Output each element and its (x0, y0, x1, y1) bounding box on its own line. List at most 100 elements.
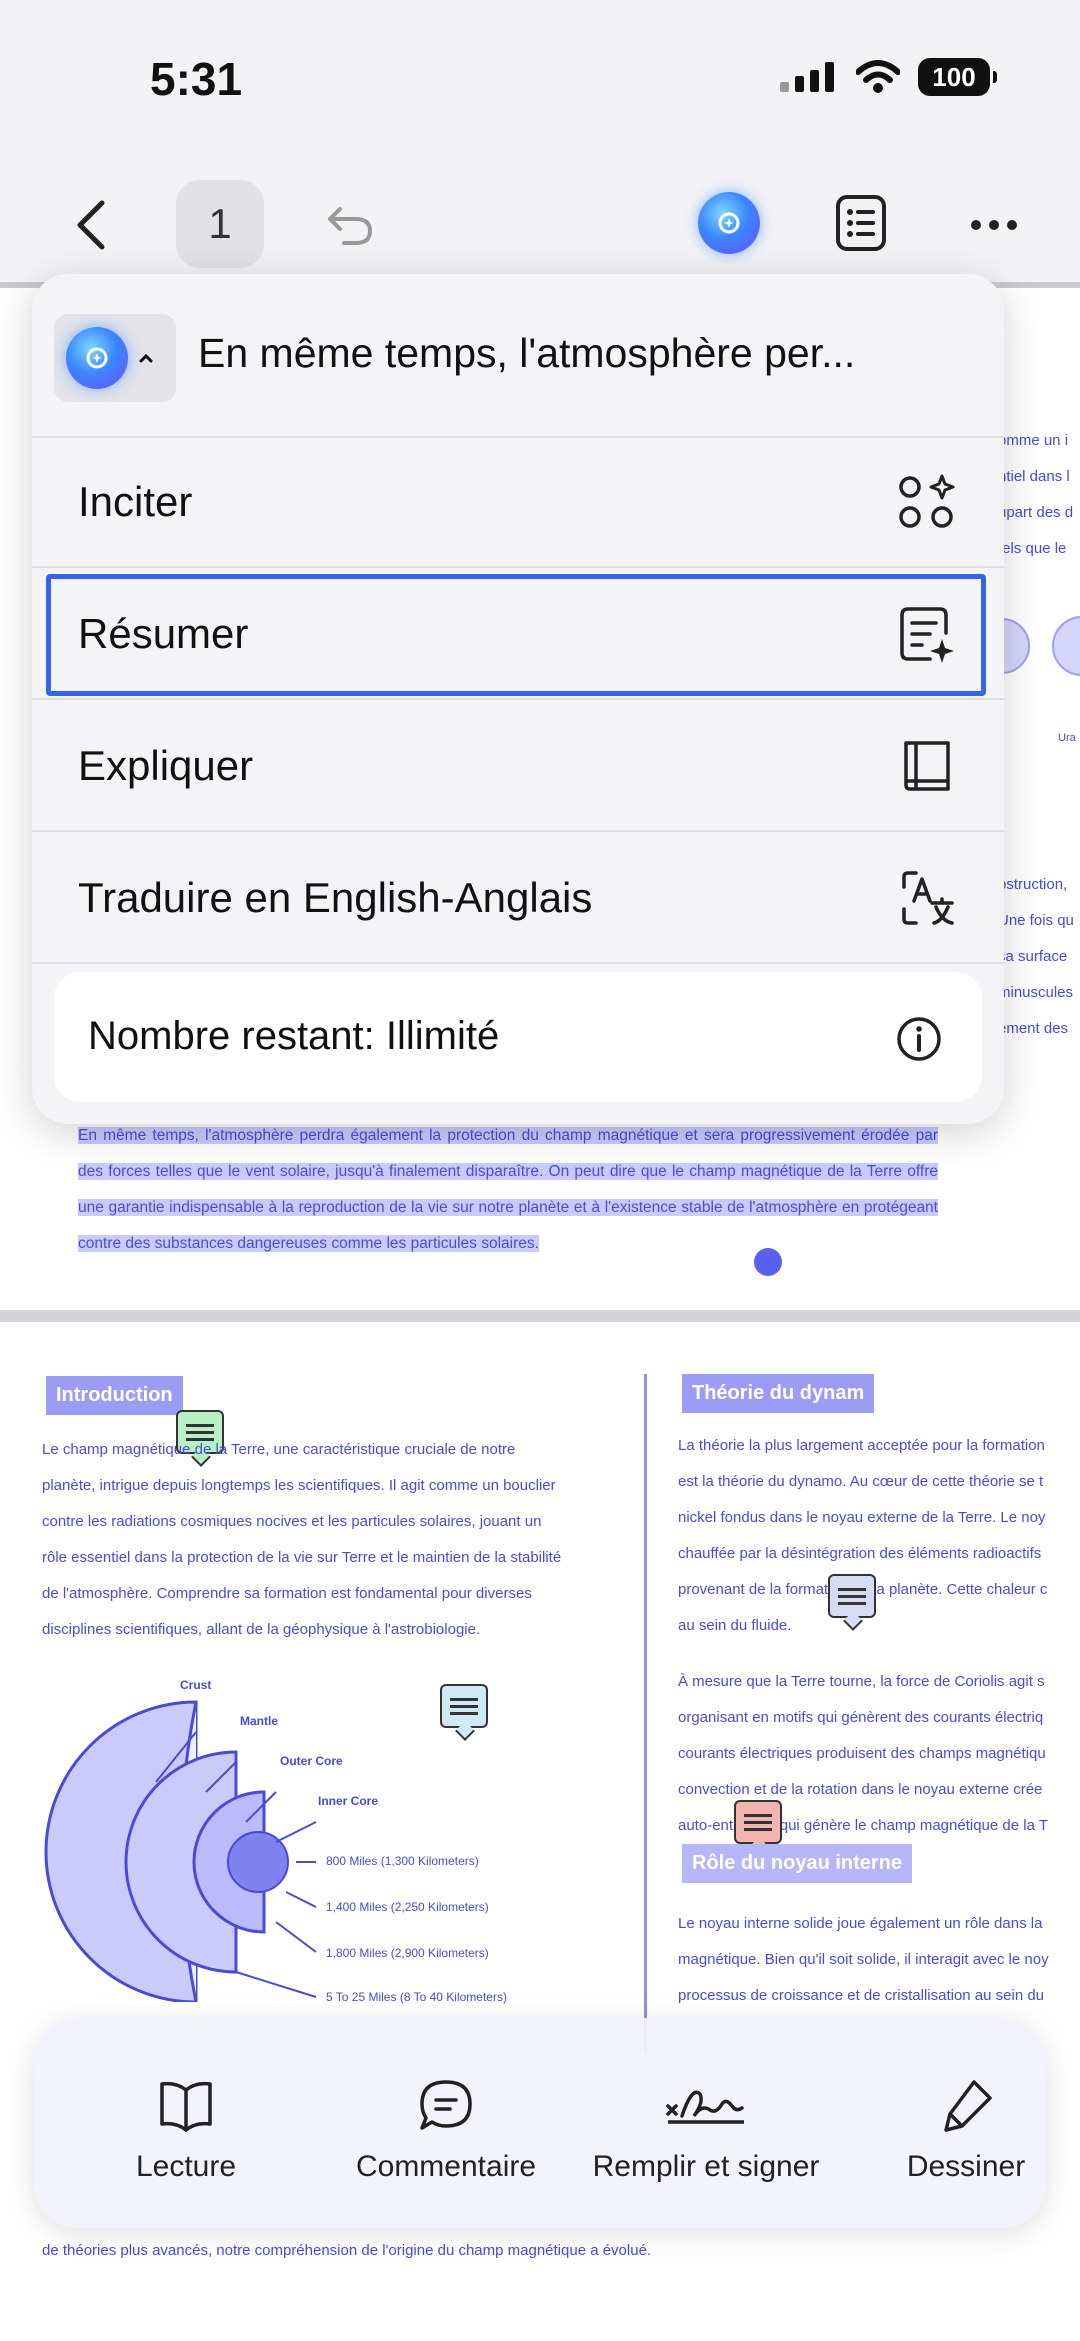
comment-note-icon[interactable] (440, 1684, 488, 1728)
signature-icon (666, 2090, 744, 2124)
dynamo-line: au sein du fluide. (678, 1617, 792, 1634)
intro-line: rôle essentiel dans la protection de la … (42, 1549, 562, 1566)
tool-lecture[interactable]: Lecture (56, 2076, 316, 2184)
dynamo-line: est la théorie du dynamo. Au cœur de cet… (678, 1473, 1044, 1490)
prompt-icon (899, 474, 955, 528)
inner-core-line: processus de croissance et de cristallis… (678, 1987, 1045, 2004)
wifi-icon (856, 60, 900, 93)
diagram-miles: 1,400 Miles (2,250 Kilometers) (326, 1900, 489, 1914)
pen-icon (944, 2080, 992, 2132)
tool-remplir-signer[interactable]: Remplir et signer (576, 2076, 836, 2184)
translate-icon (902, 871, 954, 925)
back-button[interactable] (60, 190, 120, 260)
battery-indicator: 100 (918, 58, 997, 96)
ai-popup-menu: En même temps, l'atmosphère per... Incit… (32, 274, 1004, 1124)
tool-label: Dessiner (906, 2150, 1026, 2183)
selected-text-preview: En même temps, l'atmosphère per... (198, 330, 856, 376)
menu-item-resumer[interactable]: Résumer (32, 570, 1004, 700)
ai-menu-header: En même temps, l'atmosphère per... (32, 274, 1004, 438)
comment-icon (420, 2080, 472, 2130)
chevron-up-icon (139, 353, 153, 363)
screen: { "status": { "time": "5:31", "battery":… (0, 0, 1080, 2341)
bottom-tool-bar: Lecture Commentaire Remplir et signer De… (34, 2018, 1046, 2228)
ai-assistant-button[interactable] (698, 192, 760, 254)
more-button[interactable] (964, 200, 1024, 250)
dynamo-line: La théorie la plus largement acceptée po… (678, 1437, 1045, 1454)
selected-text: En même temps, l'atmosphère perdra égale… (78, 1127, 938, 1252)
section-title-dynamo: Théorie du dynam (682, 1374, 875, 1413)
inner-core-line: magnétique. Bien qu'il soit solide, il i… (678, 1951, 1049, 1968)
status-icons: 100 (780, 58, 997, 96)
side-line: omme un i (998, 432, 1069, 449)
side-line: ement des (998, 1020, 1069, 1037)
undo-button[interactable] (320, 195, 380, 255)
info-icon[interactable] (896, 1016, 942, 1062)
menu-item-label: Expliquer (78, 742, 254, 789)
book-open-icon (160, 2081, 212, 2132)
status-time: 5:31 (150, 53, 243, 105)
menu-item-label: Inciter (78, 478, 193, 525)
diagram-label-crust: Crust (180, 1678, 212, 1692)
diagram-miles: 1,800 Miles (2,900 Kilometers) (326, 1946, 489, 1960)
intro-line: disciplines scientifiques, allant de la … (42, 1621, 481, 1638)
summarize-icon (900, 607, 954, 663)
diagram-label-mantle: Mantle (240, 1714, 279, 1728)
side-line: bstruction, (998, 876, 1068, 893)
tool-commentaire[interactable]: Commentaire (316, 2076, 576, 2184)
menu-item-traduire[interactable]: Traduire en English-Anglais (32, 834, 1004, 964)
remaining-count-label: Nombre restant: Illimité (88, 1014, 500, 1058)
menu-item-label: Traduire en English-Anglais (78, 874, 593, 921)
menu-item-label: Résumer (78, 610, 249, 657)
side-line: Une fois qu (998, 912, 1074, 929)
page-number-button[interactable]: 1 (176, 180, 264, 268)
coriolis-line: courants électriques produisent des cham… (678, 1745, 1046, 1762)
dynamo-line: nickel fondus dans le noyau externe de l… (678, 1509, 1046, 1526)
earth-layers-diagram (44, 1700, 317, 2002)
intro-line: de l'atmosphère. Comprendre sa formation… (42, 1585, 532, 1602)
menu-item-inciter[interactable]: Inciter (32, 438, 1004, 568)
planet-label: Ura (1058, 732, 1076, 744)
ai-orb-icon (66, 327, 128, 389)
diagram-miles: 5 To 25 Miles (8 To 40 Kilometers) (326, 1990, 507, 2004)
tool-label: Remplir et signer (592, 2150, 820, 2183)
dynamo-line: chauffée par la désintégration des éléme… (678, 1545, 1042, 1562)
comment-note-icon[interactable] (828, 1574, 876, 1618)
highlighted-paragraph[interactable]: En même temps, l'atmosphère perdra égale… (78, 1118, 938, 1262)
tool-label: Lecture (135, 2150, 237, 2183)
intro-line: contre les radiations cosmiques nocives … (42, 1513, 542, 1530)
tool-dessiner[interactable]: Dessiner (836, 2076, 1046, 2184)
list-icon (836, 195, 886, 251)
ai-orb-icon (698, 192, 760, 254)
document-bottom-line: de théories plus avancés, notre compréhe… (42, 2242, 652, 2259)
side-line: sa surface (998, 948, 1068, 965)
intro-line: planète, intrigue depuis longtemps les s… (42, 1477, 556, 1494)
ai-model-selector[interactable] (54, 314, 176, 402)
more-icon (971, 220, 1017, 230)
outline-button[interactable] (830, 192, 892, 254)
side-line: minuscules (998, 984, 1074, 1001)
side-line: upart des d (998, 504, 1074, 521)
signal-icon (780, 62, 834, 92)
comment-note-icon[interactable] (734, 1800, 782, 1844)
diagram-miles: 800 Miles (1,300 Kilometers) (326, 1854, 479, 1868)
side-line: tels que le (998, 540, 1067, 557)
diagram-label-outer-core: Outer Core (280, 1754, 343, 1768)
top-toolbar: 1 (0, 170, 1080, 280)
tool-label: Commentaire (355, 2150, 537, 2183)
section-title-introduction: Introduction (46, 1376, 183, 1415)
diagram-label-inner-core: Inner Core (318, 1794, 379, 1808)
menu-item-expliquer[interactable]: Expliquer (32, 702, 1004, 832)
selection-handle[interactable] (754, 1248, 782, 1276)
undo-icon (328, 207, 373, 245)
coriolis-line: organisant en motifs qui génèrent des co… (678, 1709, 1044, 1726)
section-title-inner-core: Rôle du noyau interne (682, 1844, 913, 1883)
intro-line: Le champ magnétique de la Terre, une car… (42, 1441, 516, 1458)
coriolis-line: convection et de la rotation dans le noy… (678, 1781, 1043, 1798)
column-divider (644, 1374, 647, 2054)
inner-core-line: Le noyau interne solide joue également u… (678, 1915, 1043, 1932)
chevron-left-icon (77, 200, 105, 250)
book-icon (904, 741, 950, 791)
remaining-count-panel: Nombre restant: Illimité (54, 972, 982, 1102)
side-line: ntiel dans l (998, 468, 1070, 485)
page-separator (0, 1310, 1080, 1322)
